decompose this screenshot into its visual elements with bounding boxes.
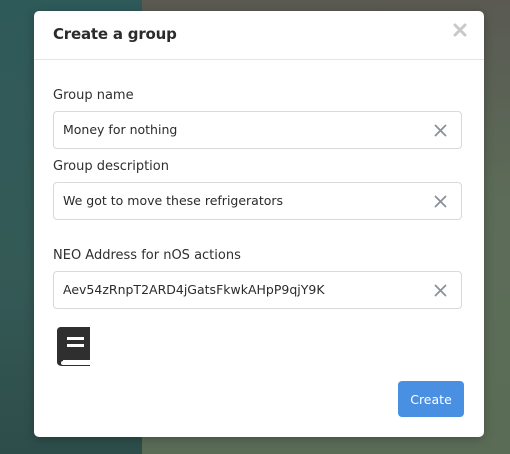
clear-x-icon[interactable] <box>434 124 447 137</box>
book-icon[interactable] <box>56 327 91 366</box>
neo-address-input[interactable]: Aev54zRnpT2ARD4jGatsFkwkAHpP9qjY9K <box>53 271 462 309</box>
modal-header: Create a group <box>34 11 484 60</box>
create-group-modal: Create a group Group name Money for noth… <box>34 11 484 437</box>
modal-title: Create a group <box>53 25 177 43</box>
group-description-label: Group description <box>53 159 169 174</box>
neo-address-value[interactable]: Aev54zRnpT2ARD4jGatsFkwkAHpP9qjY9K <box>63 282 325 297</box>
group-name-label: Group name <box>53 88 134 103</box>
group-description-input[interactable]: We got to move these refrigerators <box>53 182 462 220</box>
clear-x-icon[interactable] <box>434 195 447 208</box>
group-name-value[interactable]: Money for nothing <box>63 122 177 137</box>
create-button[interactable]: Create <box>398 381 464 417</box>
group-name-input[interactable]: Money for nothing <box>53 111 462 149</box>
neo-address-label: NEO Address for nOS actions <box>53 248 241 263</box>
close-x-icon[interactable] <box>452 22 468 38</box>
clear-x-icon[interactable] <box>434 284 447 297</box>
group-description-value[interactable]: We got to move these refrigerators <box>63 193 283 208</box>
